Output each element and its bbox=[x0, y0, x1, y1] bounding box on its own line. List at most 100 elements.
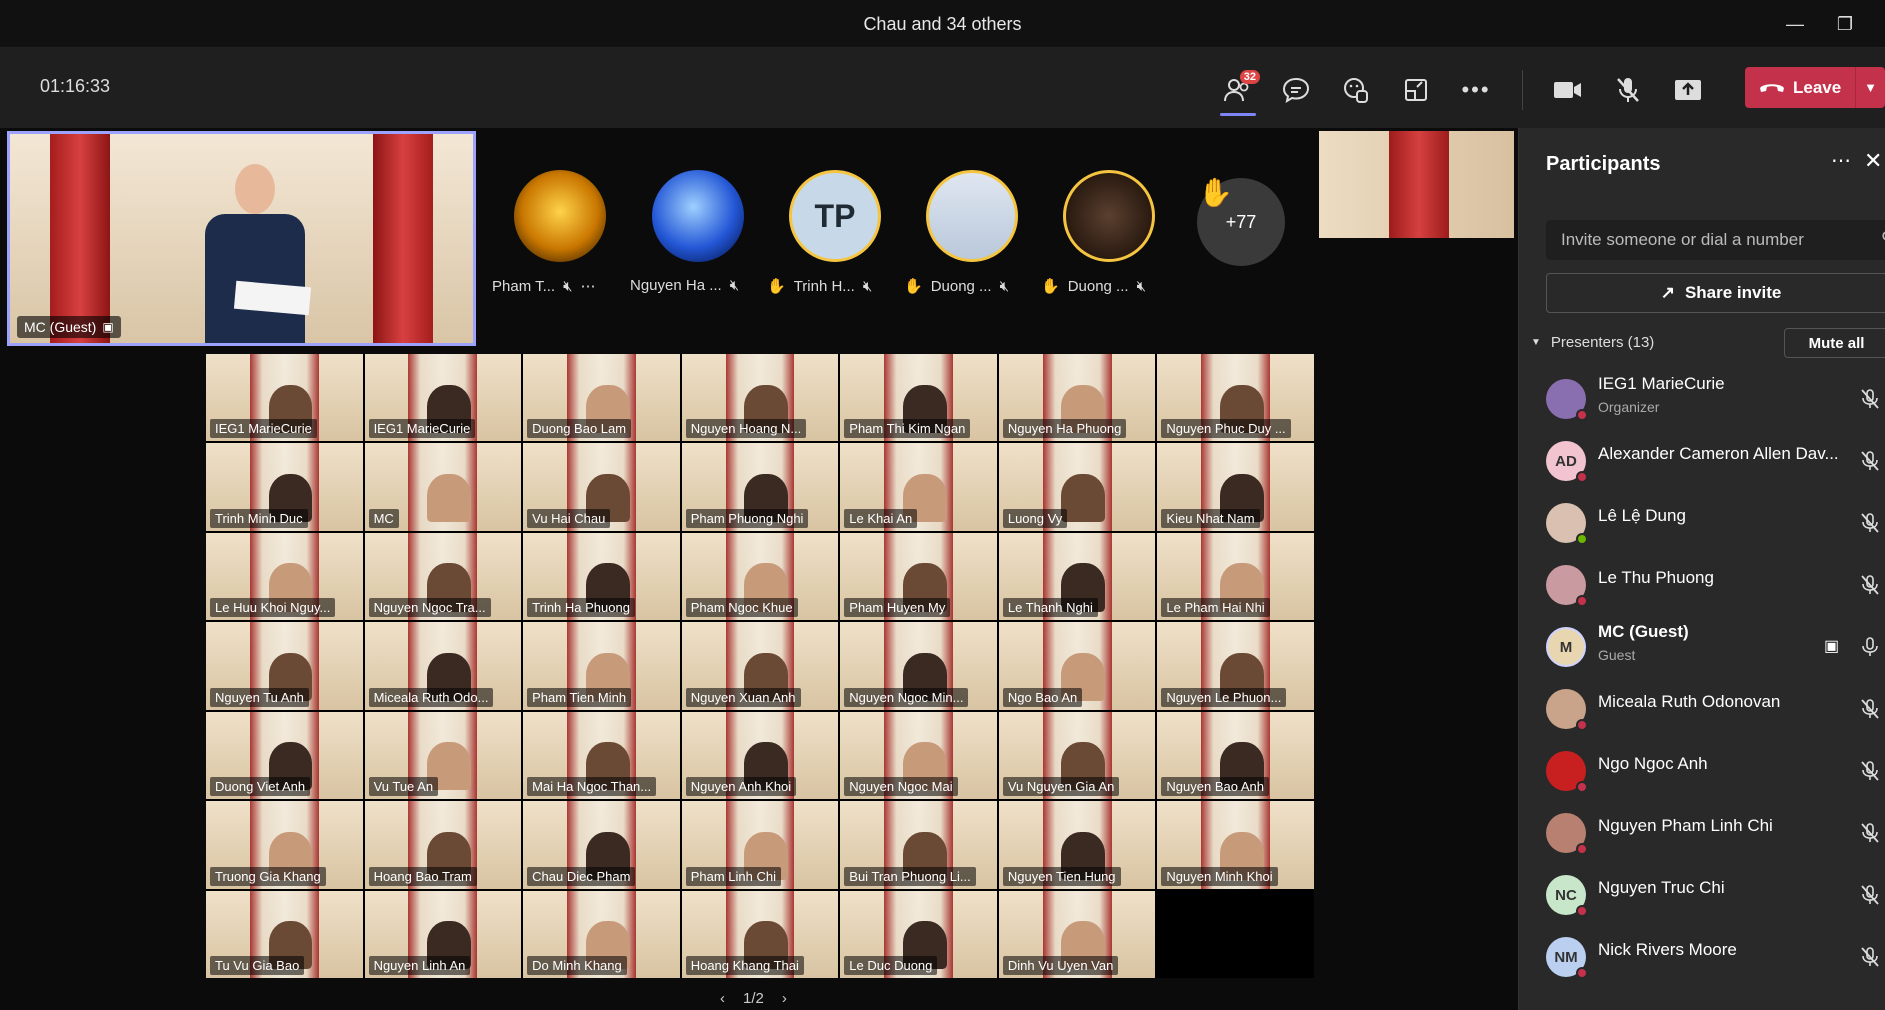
video-tile[interactable]: Nguyen Linh An bbox=[364, 890, 522, 978]
video-tile[interactable]: Nguyen Xuan Anh bbox=[681, 622, 839, 710]
invite-input[interactable]: Invite someone or dial a number ⚲ bbox=[1546, 220, 1885, 260]
video-tile[interactable]: Nguyen Bao Anh bbox=[1157, 711, 1314, 800]
video-tile[interactable]: Duong Viet Anh bbox=[206, 711, 363, 800]
leave-options-chevron-icon[interactable]: ▼ bbox=[1855, 67, 1885, 108]
mic-icon[interactable] bbox=[1859, 636, 1881, 658]
restore-icon[interactable]: ❐ bbox=[1830, 10, 1860, 38]
video-tile[interactable]: Hoang Khang Thai bbox=[681, 890, 839, 978]
participant-row[interactable]: Nguyen Pham Linh Chi bbox=[1519, 802, 1885, 864]
camera-button[interactable] bbox=[1546, 70, 1590, 110]
video-tile[interactable]: Nguyen Minh Khoi bbox=[1157, 801, 1314, 889]
participant-row[interactable]: AD Alexander Cameron Allen Dav... bbox=[1519, 430, 1885, 492]
video-tile[interactable]: Nguyen Anh Khoi bbox=[681, 711, 839, 800]
mic-off-icon[interactable] bbox=[1859, 698, 1881, 720]
video-tile[interactable]: Nguyen Ngoc Mai bbox=[840, 711, 997, 800]
video-tile[interactable]: Kieu Nhat Nam bbox=[1157, 443, 1314, 531]
share-invite-button[interactable]: ↗ Share invite bbox=[1546, 273, 1885, 313]
video-tile[interactable]: Ngo Bao An bbox=[998, 622, 1156, 710]
participant-row[interactable]: Lê Lệ Dung bbox=[1519, 492, 1885, 554]
avatar-tile[interactable]: TP ✋ Trinh H... 🔇︎ bbox=[767, 170, 883, 295]
video-tile[interactable]: Truong Gia Khang bbox=[206, 801, 363, 889]
video-tile[interactable]: Hoang Bao Tram bbox=[364, 801, 522, 889]
video-tile[interactable]: Nguyen Ngoc Tra... bbox=[364, 532, 522, 621]
video-tile[interactable]: Luong Vy bbox=[998, 443, 1156, 531]
presenters-section-header[interactable]: ▼ Presenters (13) bbox=[1531, 334, 1654, 351]
video-tile[interactable]: Pham Linh Chi bbox=[681, 801, 839, 889]
video-tile[interactable]: Vu Nguyen Gia An bbox=[998, 711, 1156, 800]
video-tile[interactable]: Le Thanh Nghi bbox=[998, 532, 1156, 621]
panel-more-icon[interactable]: ⋯ bbox=[1831, 148, 1851, 173]
video-tile[interactable]: Pham Huyen My bbox=[840, 532, 997, 621]
mic-button[interactable] bbox=[1606, 70, 1650, 110]
participants-button[interactable]: 32 bbox=[1216, 70, 1260, 116]
video-tile[interactable]: Nguyen Tu Anh bbox=[206, 622, 363, 710]
more-icon[interactable]: ⋯ bbox=[581, 277, 596, 295]
video-tile[interactable]: Le Pham Hai Nhi bbox=[1157, 532, 1314, 621]
share-screen-button[interactable] bbox=[1666, 70, 1710, 110]
mute-all-button[interactable]: Mute all bbox=[1784, 328, 1885, 358]
video-tile[interactable]: Nguyen Tien Hung bbox=[998, 801, 1156, 889]
participant-row[interactable]: Ngo Ngoc Anh bbox=[1519, 740, 1885, 802]
spotlight-icon[interactable]: ▣ bbox=[1824, 636, 1839, 656]
video-tile[interactable]: Nguyen Ngoc Min... bbox=[840, 622, 997, 710]
video-tile[interactable]: Pham Phuong Nghi bbox=[681, 443, 839, 531]
avatar-tile[interactable]: Nguyen Ha ... 🔇︎ bbox=[630, 170, 746, 294]
video-tile[interactable]: Mai Ha Ngoc Than... bbox=[523, 711, 680, 800]
content-thumbnail[interactable] bbox=[1319, 131, 1514, 238]
more-actions-button[interactable]: ••• bbox=[1454, 70, 1498, 110]
mic-off-icon[interactable] bbox=[1859, 946, 1881, 968]
participant-row[interactable]: IEG1 MarieCurie Organizer bbox=[1519, 368, 1885, 430]
video-tile[interactable]: Nguyen Le Phuon... bbox=[1157, 622, 1314, 710]
video-tile[interactable]: IEG1 MarieCurie bbox=[364, 354, 522, 442]
chat-button[interactable] bbox=[1274, 70, 1318, 110]
reactions-button[interactable] bbox=[1334, 70, 1378, 110]
rooms-button[interactable] bbox=[1394, 70, 1438, 110]
video-tile[interactable]: Bui Tran Phuong Li... bbox=[840, 801, 997, 889]
video-tile[interactable]: Pham Thi Kim Ngan bbox=[840, 354, 997, 442]
video-tile[interactable]: Le Khai An bbox=[840, 443, 997, 531]
prev-page-chevron-icon[interactable]: ‹ bbox=[720, 990, 725, 1007]
video-tile[interactable]: Tu Vu Gia Bao bbox=[206, 890, 363, 978]
search-icon[interactable]: ⚲ bbox=[1881, 228, 1885, 249]
spotlight-video[interactable]: MC (Guest) ▣ bbox=[7, 131, 476, 346]
avatar-tile[interactable]: ✋ Duong ... 🔇︎ bbox=[904, 170, 1020, 295]
video-tile[interactable]: Dinh Vu Uyen Van bbox=[998, 890, 1156, 978]
video-tile[interactable] bbox=[1157, 890, 1314, 978]
avatar-tile[interactable]: ✋ Duong ... 🔇︎ bbox=[1041, 170, 1157, 295]
participant-row[interactable]: Le Thu Phuong bbox=[1519, 554, 1885, 616]
video-tile[interactable]: Vu Hai Chau bbox=[523, 443, 680, 531]
video-tile[interactable]: IEG1 MarieCurie bbox=[206, 354, 363, 442]
mic-off-icon[interactable] bbox=[1859, 512, 1881, 534]
leave-button[interactable]: Leave ▼ bbox=[1745, 67, 1885, 108]
video-tile[interactable]: Chau Diec Pham bbox=[523, 801, 680, 889]
avatar-tile[interactable]: Pham T... 🔇︎ ⋯ bbox=[492, 170, 608, 295]
next-page-chevron-icon[interactable]: › bbox=[782, 990, 787, 1007]
video-tile[interactable]: Nguyen Ha Phuong bbox=[998, 354, 1156, 442]
mic-off-icon[interactable] bbox=[1859, 822, 1881, 844]
video-tile[interactable]: Pham Tien Minh bbox=[523, 622, 680, 710]
video-tile[interactable]: Miceala Ruth Odo... bbox=[364, 622, 522, 710]
tile-name-label: Nguyen Ha Phuong bbox=[1002, 419, 1127, 439]
mic-off-icon[interactable] bbox=[1859, 574, 1881, 596]
video-tile[interactable]: Vu Tue An bbox=[364, 711, 522, 800]
participant-row[interactable]: Miceala Ruth Odonovan bbox=[1519, 678, 1885, 740]
participant-row[interactable]: NC Nguyen Truc Chi bbox=[1519, 864, 1885, 926]
mic-off-icon[interactable] bbox=[1859, 760, 1881, 782]
mic-off-icon[interactable] bbox=[1859, 450, 1881, 472]
video-tile[interactable]: MC bbox=[364, 443, 522, 531]
participant-row[interactable]: M MC (Guest) Guest ▣ bbox=[1519, 616, 1885, 678]
video-tile[interactable]: Do Minh Khang bbox=[523, 890, 680, 978]
mic-off-icon[interactable] bbox=[1859, 884, 1881, 906]
video-tile[interactable]: Pham Ngoc Khue bbox=[681, 532, 839, 621]
close-icon[interactable]: ✕ bbox=[1864, 148, 1882, 174]
video-tile[interactable]: Le Duc Duong bbox=[840, 890, 997, 978]
video-tile[interactable]: Trinh Ha Phuong bbox=[523, 532, 680, 621]
mic-off-icon[interactable] bbox=[1859, 388, 1881, 410]
video-tile[interactable]: Nguyen Hoang N... bbox=[681, 354, 839, 442]
participant-row[interactable]: NM Nick Rivers Moore bbox=[1519, 926, 1885, 988]
video-tile[interactable]: Duong Bao Lam bbox=[523, 354, 680, 442]
minimize-icon[interactable]: — bbox=[1780, 10, 1810, 38]
video-tile[interactable]: Nguyen Phuc Duy ... bbox=[1157, 354, 1314, 442]
video-tile[interactable]: Trinh Minh Duc bbox=[206, 443, 363, 531]
video-tile[interactable]: Le Huu Khoi Nguy... bbox=[206, 532, 363, 621]
